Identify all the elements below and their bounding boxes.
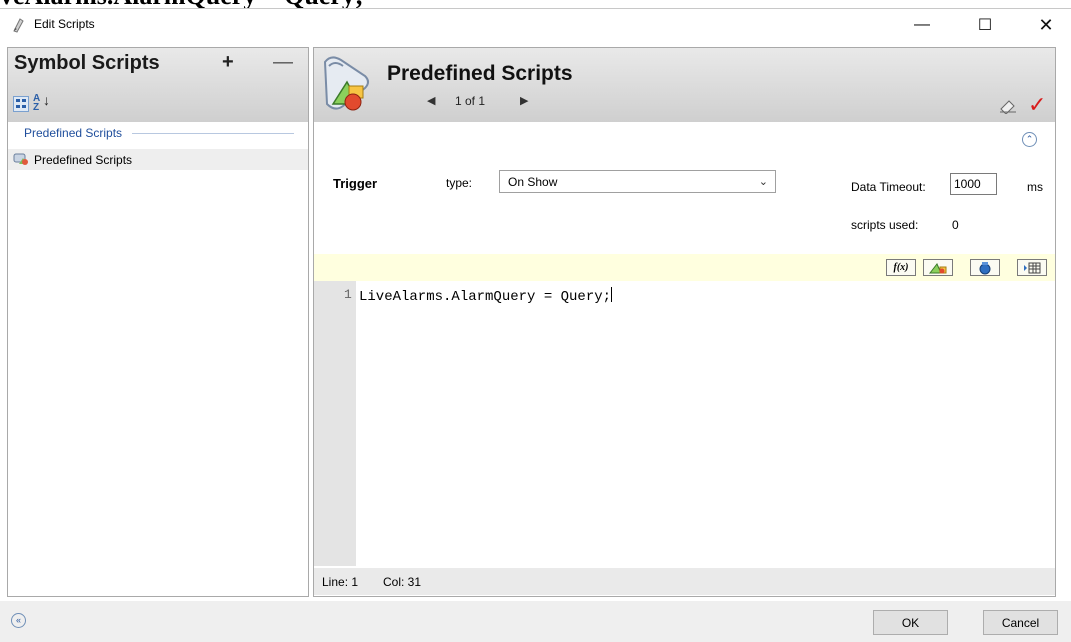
page-indicator: 1 of 1 [455, 94, 486, 108]
sort-az-icon[interactable]: A Z ↓ [33, 93, 50, 113]
script-scroll-icon [13, 153, 28, 165]
prev-page-button[interactable]: ◀ [427, 94, 435, 107]
code-line-text: LiveAlarms.AlarmQuery = Query; [359, 289, 612, 305]
insert-list-button[interactable] [1017, 259, 1047, 276]
code-line[interactable]: LiveAlarms.AlarmQuery = Query; [359, 287, 613, 305]
window-title: Edit Scripts [34, 17, 95, 31]
edit-scripts-icon [13, 18, 24, 33]
dialog-footer: « OK Cancel [0, 601, 1071, 642]
minimize-button[interactable]: — [899, 9, 945, 41]
symbol-icon [928, 262, 947, 273]
line-number-gutter: 1 [314, 281, 356, 566]
symbol-scripts-title: Symbol Scripts [14, 52, 160, 74]
chevron-down-icon: ⌄ [758, 176, 768, 188]
script-editor-header: Predefined Scripts ◀ 1 of 1 ▶ ✓ [314, 48, 1055, 122]
remove-script-button[interactable]: — [273, 51, 293, 74]
script-title: Predefined Scripts [387, 62, 573, 85]
col-indicator: Col: 31 [383, 575, 422, 589]
symbol-scripts-panel: Symbol Scripts + — A Z ↓ Predefined Scri… [7, 47, 309, 597]
sort-arrow-icon: ↓ [43, 92, 50, 108]
add-script-button[interactable]: + [222, 51, 234, 74]
type-label: type: [446, 176, 473, 190]
eraser-icon[interactable] [998, 98, 1018, 114]
line-number: 1 [344, 287, 352, 302]
close-button[interactable]: ✕ [1023, 9, 1069, 41]
script-scroll-icon [323, 56, 369, 111]
group-divider [132, 133, 294, 134]
data-timeout-label: Data Timeout: [851, 180, 926, 194]
script-list-item[interactable]: Predefined Scripts [8, 149, 308, 170]
code-editor[interactable]: 1 LiveAlarms.AlarmQuery = Query; [314, 281, 1055, 566]
editor-status-bar: Line: 1 Col: 31 [314, 568, 1055, 595]
symbol-scripts-header: Symbol Scripts + — A Z ↓ [8, 48, 308, 122]
symbol-button[interactable] [923, 259, 953, 276]
object-button[interactable] [970, 259, 1000, 276]
data-timeout-input[interactable] [950, 173, 997, 195]
script-editor-panel: Predefined Scripts ◀ 1 of 1 ▶ ✓ ⌃ Trigge… [313, 47, 1056, 597]
group-label: Predefined Scripts [24, 126, 123, 140]
scripts-used-value: 0 [952, 218, 959, 232]
list-icon [1024, 262, 1041, 273]
function-button[interactable]: f(x) [886, 259, 916, 276]
next-page-button[interactable]: ▶ [520, 94, 528, 107]
check-icon[interactable]: ✓ [1028, 92, 1046, 118]
trigger-type-value: On Show [508, 175, 558, 189]
expand-panel-icon[interactable]: « [11, 613, 26, 628]
trigger-label: Trigger [333, 176, 378, 191]
editor-toolbar: f(x) [314, 254, 1055, 281]
categorized-view-icon[interactable] [13, 96, 29, 112]
background-text: veAlarms.AlarmQuery = Query; [0, 0, 364, 8]
cancel-button[interactable]: Cancel [983, 610, 1058, 635]
scripts-used-label: scripts used: [851, 218, 919, 232]
text-caret [611, 287, 613, 302]
ok-button[interactable]: OK [873, 610, 948, 635]
object-icon [979, 261, 991, 274]
maximize-button[interactable]: ☐ [962, 9, 1008, 41]
trigger-type-select[interactable]: On Show ⌄ [499, 170, 776, 193]
script-list-item-label: Predefined Scripts [34, 153, 133, 167]
collapse-icon[interactable]: ⌃ [1022, 132, 1037, 147]
ms-label: ms [1027, 180, 1043, 194]
window-titlebar: Edit Scripts — ☐ ✕ [0, 8, 1071, 41]
sort-az-label: A Z [33, 93, 40, 113]
line-indicator: Line: 1 [322, 575, 359, 589]
